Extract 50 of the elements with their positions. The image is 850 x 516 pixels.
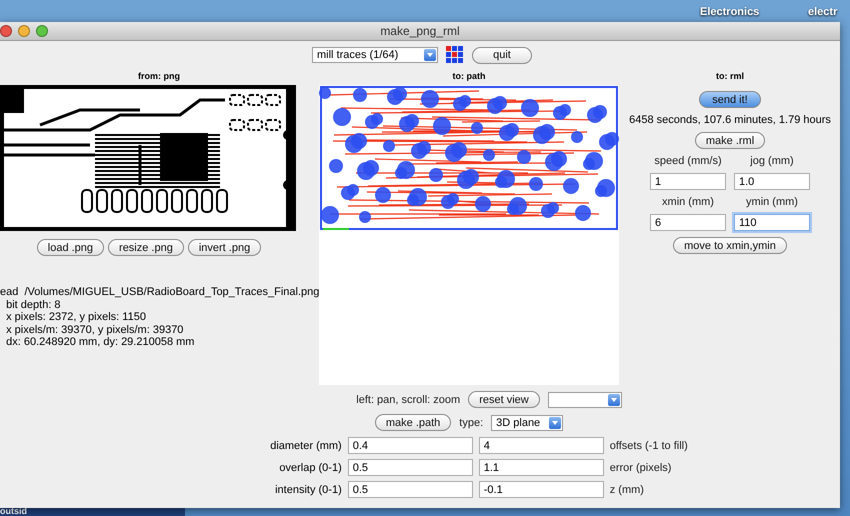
rml-field[interactable]: 6	[650, 214, 726, 231]
toolpath-drawing[interactable]	[319, 85, 619, 385]
time-estimate: 6458 seconds, 107.6 minutes, 1.79 hours	[629, 114, 831, 126]
make-rml-button[interactable]: make .rml	[694, 132, 766, 149]
type-label: type:	[459, 416, 484, 428]
zoom-icon[interactable]	[36, 25, 48, 37]
param-field[interactable]: 0.5	[348, 481, 473, 498]
window-title: make_png_rml	[380, 24, 460, 38]
quit-button[interactable]: quit	[472, 46, 532, 64]
column-heading: to: rml	[716, 71, 744, 83]
param-field[interactable]: 1.1	[478, 459, 604, 476]
png-button[interactable]: invert .png	[188, 239, 262, 256]
param-field[interactable]: -0.1	[478, 481, 604, 498]
info-line: ead /Volumes/MIGUEL_USB/RadioBoard_Top_Traces_Final.png	[0, 286, 320, 298]
rml-field[interactable]: 1.0	[734, 173, 810, 190]
param-field[interactable]: 0.4	[348, 437, 473, 454]
param-label: z (mm)	[610, 484, 645, 496]
type-select[interactable]: 3D plane	[491, 414, 564, 430]
reset-view-button[interactable]: reset view	[468, 391, 540, 408]
param-label: diameter (mm)	[270, 440, 342, 452]
mode-select[interactable]: mill traces (1/64)	[312, 47, 438, 63]
param-label: offsets (-1 to fill)	[610, 440, 688, 452]
minimize-icon[interactable]	[18, 25, 30, 37]
rml-field[interactable]: 1	[650, 173, 726, 190]
info-line: x pixels/m: 39370, y pixels/m: 39370	[5, 324, 184, 336]
terminal-text: outsid	[0, 506, 27, 516]
param-field[interactable]: 4	[478, 437, 604, 454]
field-label: jog (mm)	[750, 155, 794, 167]
close-icon[interactable]	[0, 25, 12, 37]
view-select[interactable]	[548, 392, 622, 408]
png-button[interactable]: load .png	[36, 239, 104, 256]
param-label: overlap (0-1)	[279, 462, 342, 474]
column-heading: from: png	[138, 71, 180, 83]
make-path-button[interactable]: make .path	[374, 414, 452, 431]
param-field[interactable]: 0.5	[348, 459, 473, 476]
field-label: speed (mm/s)	[654, 155, 722, 167]
hint-text: left: pan, scroll: zoom	[356, 394, 460, 406]
info-line: dx: 60.248920 mm, dy: 29.210058 mm	[5, 336, 196, 348]
field-label: xmin (mm)	[662, 196, 714, 208]
rml-field[interactable]: 110	[734, 214, 810, 231]
column-heading: to: path	[452, 71, 486, 83]
field-label: ymin (mm)	[746, 196, 798, 208]
param-label: error (pixels)	[610, 462, 672, 474]
send-button[interactable]: send it!	[699, 91, 761, 108]
move-button[interactable]: move to xmin,ymin	[673, 237, 787, 254]
dot-grid-icon[interactable]	[446, 46, 464, 64]
png-button[interactable]: resize .png	[108, 239, 184, 256]
info-line: x pixels: 2372, y pixels: 1150	[5, 311, 147, 324]
param-label: intensity (0-1)	[275, 484, 342, 496]
info-line: bit depth: 8	[5, 298, 62, 311]
